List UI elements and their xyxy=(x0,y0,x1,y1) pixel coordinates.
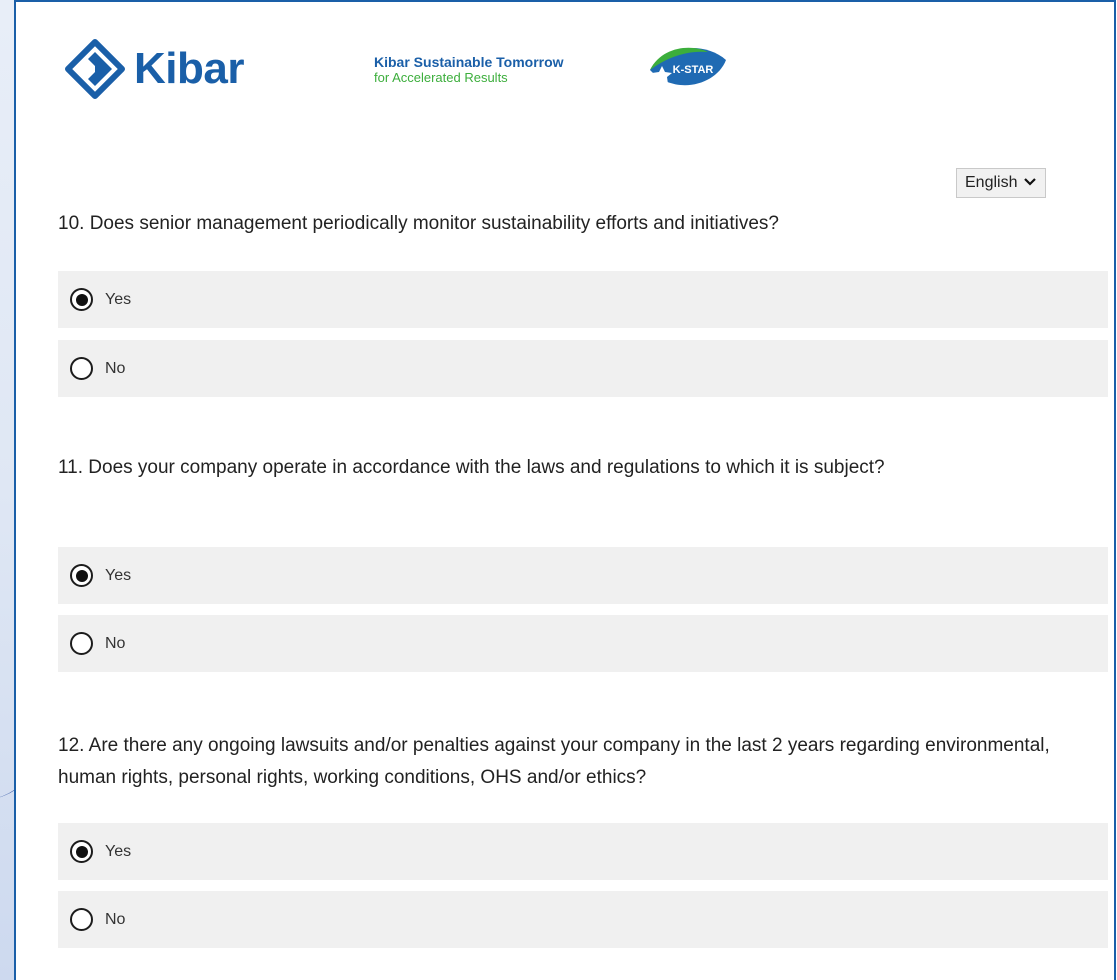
option-label: No xyxy=(105,359,126,377)
kibar-wordmark: Kibar xyxy=(134,44,244,93)
chevron-down-icon xyxy=(1023,174,1037,192)
question-12-option-no[interactable]: No xyxy=(58,891,1108,948)
question-10-option-yes[interactable]: Yes xyxy=(58,271,1108,328)
language-selected-value: English xyxy=(965,174,1018,191)
radio-unselected-icon[interactable] xyxy=(70,908,93,931)
question-12-text: 12. Are there any ongoing lawsuits and/o… xyxy=(58,735,1050,788)
radio-selected-icon[interactable] xyxy=(70,564,93,587)
option-label: No xyxy=(105,910,126,928)
question-12-option-yes[interactable]: Yes xyxy=(58,823,1108,880)
question-10-option-no[interactable]: No xyxy=(58,340,1108,397)
radio-selected-icon[interactable] xyxy=(70,288,93,311)
option-label: Yes xyxy=(105,290,132,308)
kibar-logo: Kibar xyxy=(64,38,244,100)
kstar-label: K-STAR xyxy=(673,64,714,76)
option-label: Yes xyxy=(105,566,132,584)
tagline-line-2: for Accelerated Results xyxy=(374,70,508,85)
radio-unselected-icon[interactable] xyxy=(70,632,93,655)
page-background-left xyxy=(0,0,14,980)
tagline-line-1: Kibar Sustainable Tomorrow xyxy=(374,54,564,70)
survey-panel: Kibar Kibar Sustainable Tomorrow for Acc… xyxy=(14,0,1116,980)
option-label: No xyxy=(105,634,126,652)
radio-unselected-icon[interactable] xyxy=(70,357,93,380)
question-11-text: 11. Does your company operate in accorda… xyxy=(58,457,885,478)
header: Kibar Kibar Sustainable Tomorrow for Acc… xyxy=(64,32,764,102)
kstar-leaf-icon: K-STAR xyxy=(650,47,726,86)
tagline: Kibar Sustainable Tomorrow for Accelerat… xyxy=(374,54,564,86)
radio-selected-icon[interactable] xyxy=(70,840,93,863)
language-select[interactable]: English xyxy=(956,168,1047,198)
question-11-option-yes[interactable]: Yes xyxy=(58,547,1108,604)
question-11-option-no[interactable]: No xyxy=(58,615,1108,672)
kstar-logo: K-STAR xyxy=(642,42,732,99)
kibar-diamond-icon xyxy=(65,39,125,99)
option-label: Yes xyxy=(105,842,132,860)
question-10-text: 10. Does senior management periodically … xyxy=(58,213,779,234)
